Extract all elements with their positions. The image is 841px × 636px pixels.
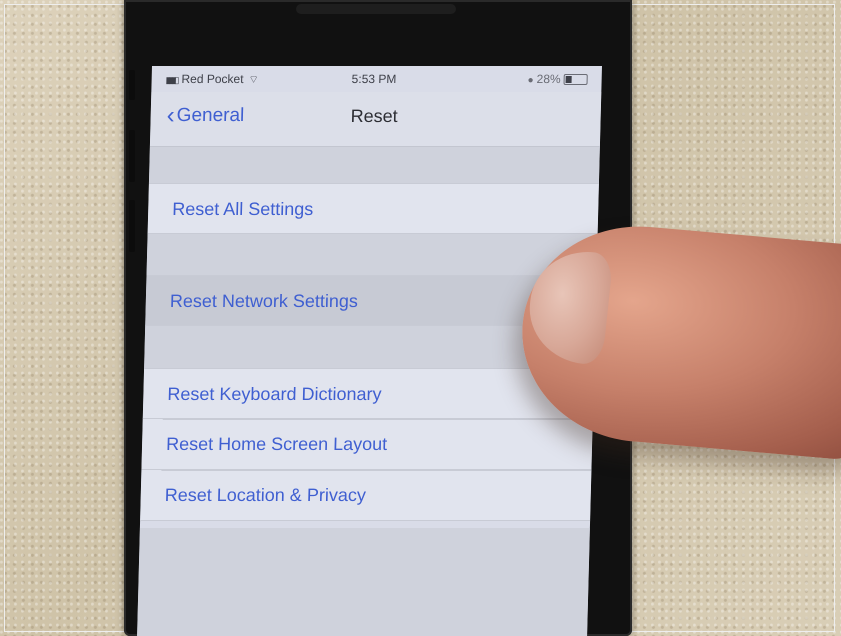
signal-bars-icon: ▮▮▮▯ [165, 75, 178, 85]
battery-percent: 28% [536, 72, 561, 86]
section-gap [146, 234, 598, 275]
navigation-bar: ‹General Reset [149, 92, 602, 147]
volume-up-button [129, 130, 135, 182]
carrier-name: Red Pocket [181, 72, 244, 86]
back-button[interactable]: ‹General [166, 102, 244, 130]
back-label: General [176, 105, 245, 126]
earpiece [296, 4, 456, 14]
reset-home-screen-layout-button[interactable]: Reset Home Screen Layout [141, 419, 593, 470]
battery-icon [563, 74, 588, 86]
battery-group: ● 28% [527, 72, 588, 86]
reset-location-privacy-button[interactable]: Reset Location & Privacy [140, 470, 592, 521]
row-divider [161, 470, 592, 471]
page-title: Reset [350, 106, 398, 126]
section-gap [148, 147, 600, 183]
volume-down-button [129, 200, 135, 252]
wifi-icon: ⌔ [248, 74, 259, 86]
carrier-group: ▮▮▮▯ Red Pocket ⌔ [165, 72, 259, 87]
row-divider [162, 419, 593, 420]
chevron-left-icon: ‹ [166, 102, 176, 129]
reset-keyboard-dictionary-button[interactable]: Reset Keyboard Dictionary [142, 368, 595, 419]
status-bar: ▮▮▮▯ Red Pocket ⌔ 5:53 PM ● 28% [151, 66, 602, 92]
empty-area [137, 528, 590, 636]
status-time: 5:53 PM [351, 72, 397, 86]
reset-all-settings-button[interactable]: Reset All Settings [147, 183, 599, 234]
orientation-lock-icon: ● [527, 75, 534, 86]
mute-switch [129, 70, 135, 100]
